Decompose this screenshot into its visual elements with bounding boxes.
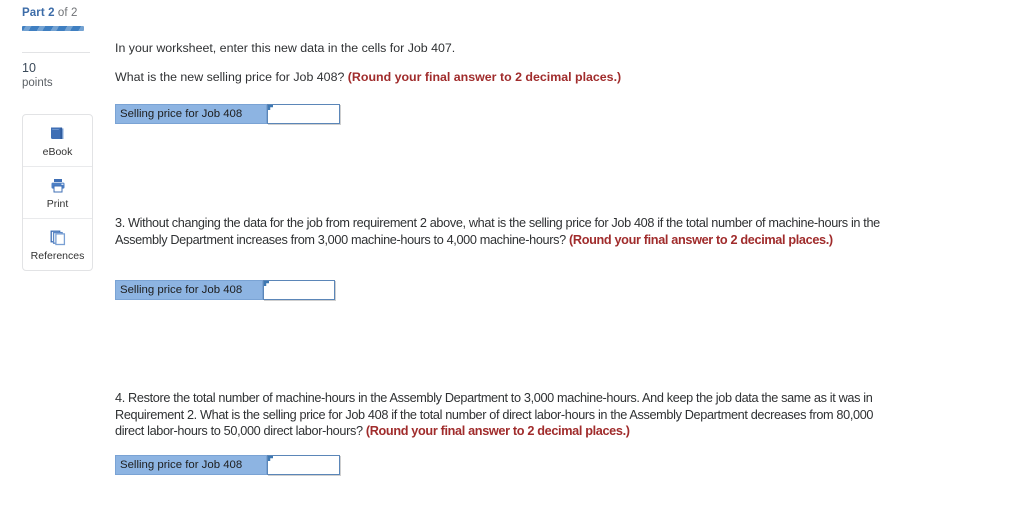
references-button[interactable]: References xyxy=(23,219,92,270)
points-label: points xyxy=(22,77,53,89)
ebook-label: eBook xyxy=(42,145,73,158)
part-progress-bar xyxy=(22,26,84,31)
question-2-text: What is the new selling price for Job 40… xyxy=(115,70,348,84)
sidebar-divider xyxy=(22,52,90,53)
book-icon xyxy=(49,124,66,144)
pages-stack-icon xyxy=(49,228,66,248)
references-label: References xyxy=(30,249,85,262)
question-2-emphasis: (Round your final answer to 2 decimal pl… xyxy=(347,70,622,84)
selling-price-input-3[interactable] xyxy=(267,455,340,475)
answer-label: Selling price for Job 408 xyxy=(115,280,263,300)
question-2-paragraph: What is the new selling price for Job 40… xyxy=(115,69,935,85)
part-indicator-total: of 2 xyxy=(54,7,78,19)
print-button[interactable]: Print xyxy=(23,167,92,219)
part-indicator-current: Part 2 xyxy=(22,7,55,19)
intro-paragraph: In your worksheet, enter this new data i… xyxy=(115,41,456,55)
answer-row: Selling price for Job 408 xyxy=(115,455,340,475)
selling-price-input-1[interactable] xyxy=(267,104,340,124)
printer-icon xyxy=(49,176,67,196)
answer-row: Selling price for Job 408 xyxy=(115,280,335,300)
print-label: Print xyxy=(46,197,69,210)
answer-label: Selling price for Job 408 xyxy=(115,455,267,475)
answer-label: Selling price for Job 408 xyxy=(115,104,267,124)
left-sidebar: Part 2 of 2 10 points eBook Print Refere… xyxy=(0,0,110,505)
question-3-paragraph: 3. Without changing the data for the job… xyxy=(115,215,905,248)
question-3-emphasis: (Round your final answer to 2 decimal pl… xyxy=(569,232,833,247)
selling-price-input-2[interactable] xyxy=(263,280,335,300)
question-4-emphasis: (Round your final answer to 2 decimal pl… xyxy=(365,424,630,439)
tool-panel: eBook Print References xyxy=(22,114,93,271)
question-4-paragraph: 4. Restore the total number of machine-h… xyxy=(115,390,895,440)
points-value: 10 xyxy=(22,61,36,75)
answer-row: Selling price for Job 408 xyxy=(115,104,340,124)
part-indicator: Part 2 of 2 xyxy=(22,7,77,19)
ebook-button[interactable]: eBook xyxy=(23,115,92,167)
question-content: In your worksheet, enter this new data i… xyxy=(115,0,1015,505)
